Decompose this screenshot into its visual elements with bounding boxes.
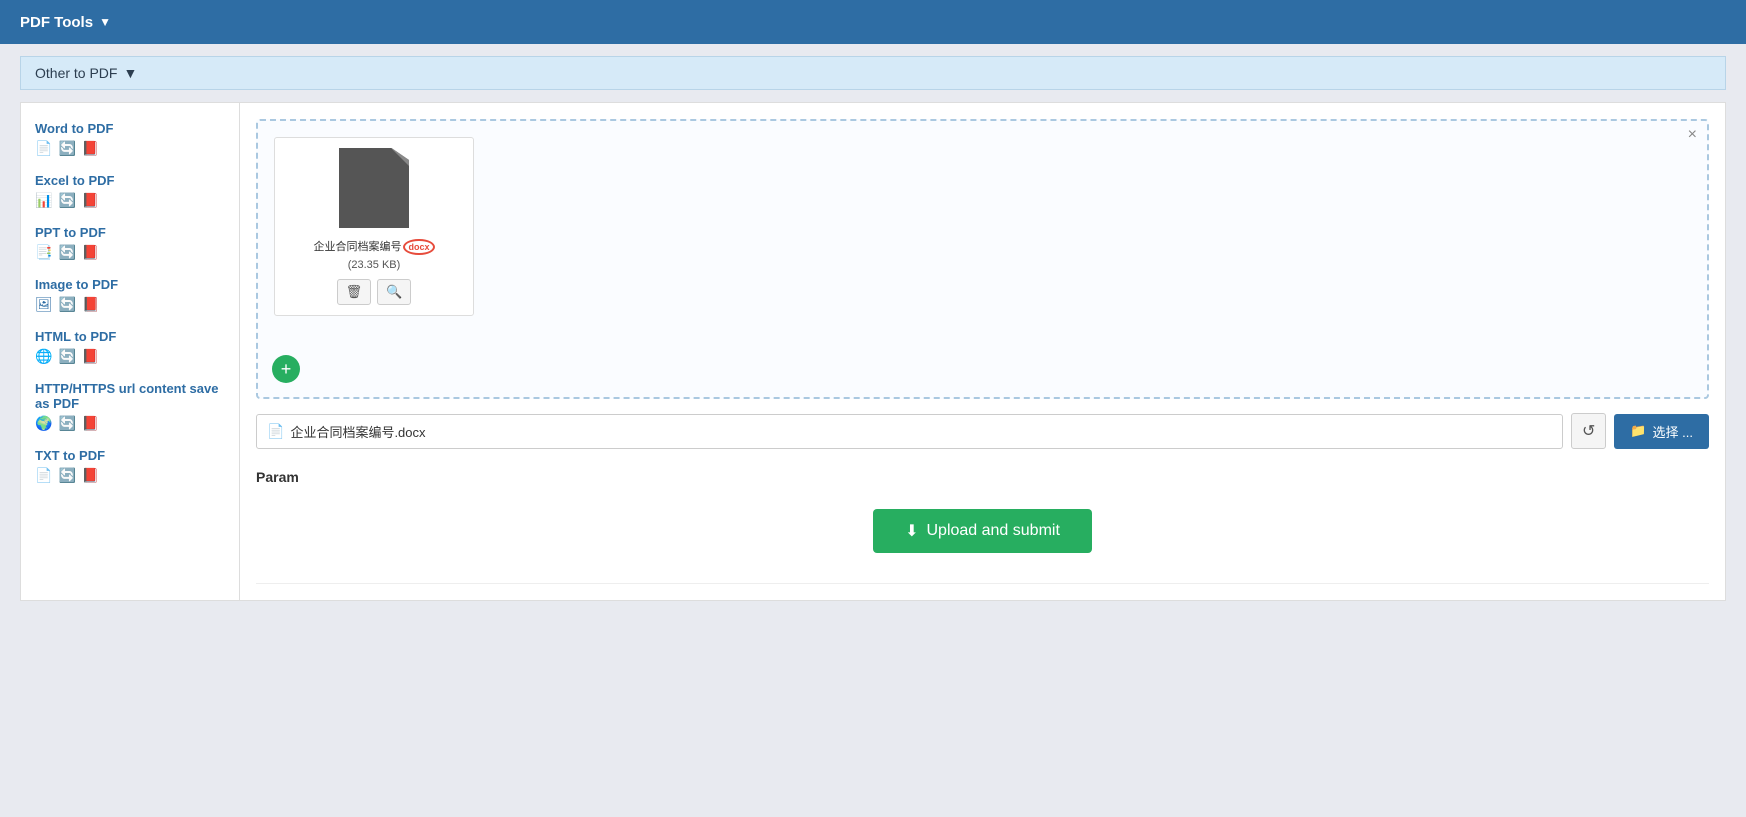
- file-name-text: 企业合同档案编号: [313, 241, 401, 253]
- sidebar-icons-excel-to-pdf: 📊 🔄 📕: [35, 192, 225, 209]
- sidebar-item-excel-to-pdf[interactable]: Excel to PDF 📊 🔄 📕: [21, 165, 239, 217]
- pdf-tools-menu[interactable]: PDF Tools ▼: [20, 14, 111, 31]
- html-convert-icon: 🔄: [58, 348, 75, 365]
- sidebar-link-txt-to-pdf[interactable]: TXT to PDF: [35, 448, 225, 463]
- sidebar-icons-word-to-pdf: 📄 🔄 📕: [35, 140, 225, 157]
- http-pdf-icon: 📕: [82, 415, 99, 432]
- sidebar-icons-ppt-to-pdf: 📑 🔄 📕: [35, 244, 225, 261]
- file-input-doc-icon: 📄: [267, 423, 284, 440]
- excel-doc-icon: 📊: [35, 192, 52, 209]
- file-input-row: 📄 企业合同档案编号.docx ↺ 📁 选择 ...: [256, 413, 1709, 449]
- sidebar-icons-html-to-pdf: 🌐 🔄 📕: [35, 348, 225, 365]
- image-pdf-icon: 📕: [82, 296, 99, 313]
- upload-area-close-button[interactable]: ×: [1688, 127, 1697, 143]
- sidebar-item-word-to-pdf[interactable]: Word to PDF 📄 🔄 📕: [21, 113, 239, 165]
- upload-area: × 企业合同档案编号docx (23.35 KB) 🗑 🔍 +: [256, 119, 1709, 399]
- file-input-display: 📄 企业合同档案编号.docx: [256, 414, 1563, 449]
- sidebar-item-image-to-pdf[interactable]: Image to PDF 🖼 🔄 📕: [21, 269, 239, 321]
- section-header-label: Other to PDF: [35, 65, 117, 81]
- sidebar-link-ppt-to-pdf[interactable]: PPT to PDF: [35, 225, 225, 240]
- ppt-doc-icon: 📑: [35, 244, 52, 261]
- txt-doc-icon: 📄: [35, 467, 52, 484]
- ppt-pdf-icon: 📕: [82, 244, 99, 261]
- add-file-button[interactable]: +: [272, 355, 300, 383]
- param-section: Param: [256, 469, 1709, 485]
- txt-convert-icon: 🔄: [58, 467, 75, 484]
- html-pdf-icon: 📕: [82, 348, 99, 365]
- upload-submit-label: Upload and submit: [926, 522, 1059, 540]
- sidebar-icons-txt-to-pdf: 📄 🔄 📕: [35, 467, 225, 484]
- sidebar-icons-http-to-pdf: 🌍 🔄 📕: [35, 415, 225, 432]
- top-nav: PDF Tools ▼: [0, 0, 1746, 44]
- file-name-label: 企业合同档案编号docx: [313, 238, 434, 255]
- sidebar-item-html-to-pdf[interactable]: HTML to PDF 🌐 🔄 📕: [21, 321, 239, 373]
- sidebar-link-excel-to-pdf[interactable]: Excel to PDF: [35, 173, 225, 188]
- file-size-label: (23.35 KB): [348, 259, 401, 271]
- sidebar-icons-image-to-pdf: 🖼 🔄 📕: [35, 296, 225, 313]
- sidebar-link-html-to-pdf[interactable]: HTML to PDF: [35, 329, 225, 344]
- sidebar: Word to PDF 📄 🔄 📕 Excel to PDF 📊 🔄 📕 PPT…: [20, 102, 240, 601]
- ppt-convert-icon: 🔄: [58, 244, 75, 261]
- excel-pdf-icon: 📕: [82, 192, 99, 209]
- sidebar-link-image-to-pdf[interactable]: Image to PDF: [35, 277, 225, 292]
- choose-folder-icon: 📁: [1630, 423, 1646, 439]
- card-actions: 🗑 🔍: [285, 279, 463, 305]
- http-convert-icon: 🔄: [58, 415, 75, 432]
- sidebar-item-ppt-to-pdf[interactable]: PPT to PDF 📑 🔄 📕: [21, 217, 239, 269]
- main-panel: × 企业合同档案编号docx (23.35 KB) 🗑 🔍 +: [240, 102, 1726, 601]
- upload-submit-button[interactable]: ⬇ Upload and submit: [873, 509, 1092, 553]
- zoom-file-button[interactable]: 🔍: [377, 279, 411, 305]
- image-convert-icon: 🔄: [59, 296, 76, 313]
- upload-icon: ⬇: [905, 521, 918, 541]
- http-doc-icon: 🌍: [35, 415, 52, 432]
- choose-file-button[interactable]: 📁 选择 ...: [1614, 414, 1709, 449]
- html-doc-icon: 🌐: [35, 348, 52, 365]
- excel-convert-icon: 🔄: [58, 192, 75, 209]
- sidebar-link-http-to-pdf[interactable]: HTTP/HTTPS url content save as PDF: [35, 381, 225, 411]
- word-convert-icon: 🔄: [58, 140, 75, 157]
- txt-pdf-icon: 📕: [82, 467, 99, 484]
- bottom-divider: [256, 583, 1709, 584]
- param-label: Param: [256, 469, 1709, 485]
- sidebar-item-txt-to-pdf[interactable]: TXT to PDF 📄 🔄 📕: [21, 440, 239, 492]
- sidebar-link-word-to-pdf[interactable]: Word to PDF: [35, 121, 225, 136]
- choose-file-label: 选择 ...: [1653, 422, 1693, 441]
- submit-row: ⬇ Upload and submit: [256, 509, 1709, 553]
- main-wrapper: Other to PDF ▼ Word to PDF 📄 🔄 📕 Excel t…: [0, 44, 1746, 613]
- file-card: 企业合同档案编号docx (23.35 KB) 🗑 🔍: [274, 137, 474, 316]
- content-row: Word to PDF 📄 🔄 📕 Excel to PDF 📊 🔄 📕 PPT…: [20, 102, 1726, 601]
- file-type-badge: docx: [403, 239, 434, 255]
- section-header-chevron: ▼: [123, 65, 137, 81]
- pdf-tools-chevron: ▼: [99, 15, 111, 29]
- word-pdf-icon: 📕: [82, 140, 99, 157]
- delete-file-button[interactable]: 🗑: [337, 279, 372, 305]
- file-input-filename: 企业合同档案编号.docx: [290, 422, 425, 441]
- file-type-icon: [339, 148, 409, 228]
- section-header[interactable]: Other to PDF ▼: [20, 56, 1726, 90]
- reset-file-button[interactable]: ↺: [1571, 413, 1606, 449]
- image-doc-icon: 🖼: [35, 296, 53, 313]
- word-doc-icon: 📄: [35, 140, 52, 157]
- sidebar-item-http-to-pdf[interactable]: HTTP/HTTPS url content save as PDF 🌍 🔄 📕: [21, 373, 239, 440]
- pdf-tools-label: PDF Tools: [20, 14, 93, 31]
